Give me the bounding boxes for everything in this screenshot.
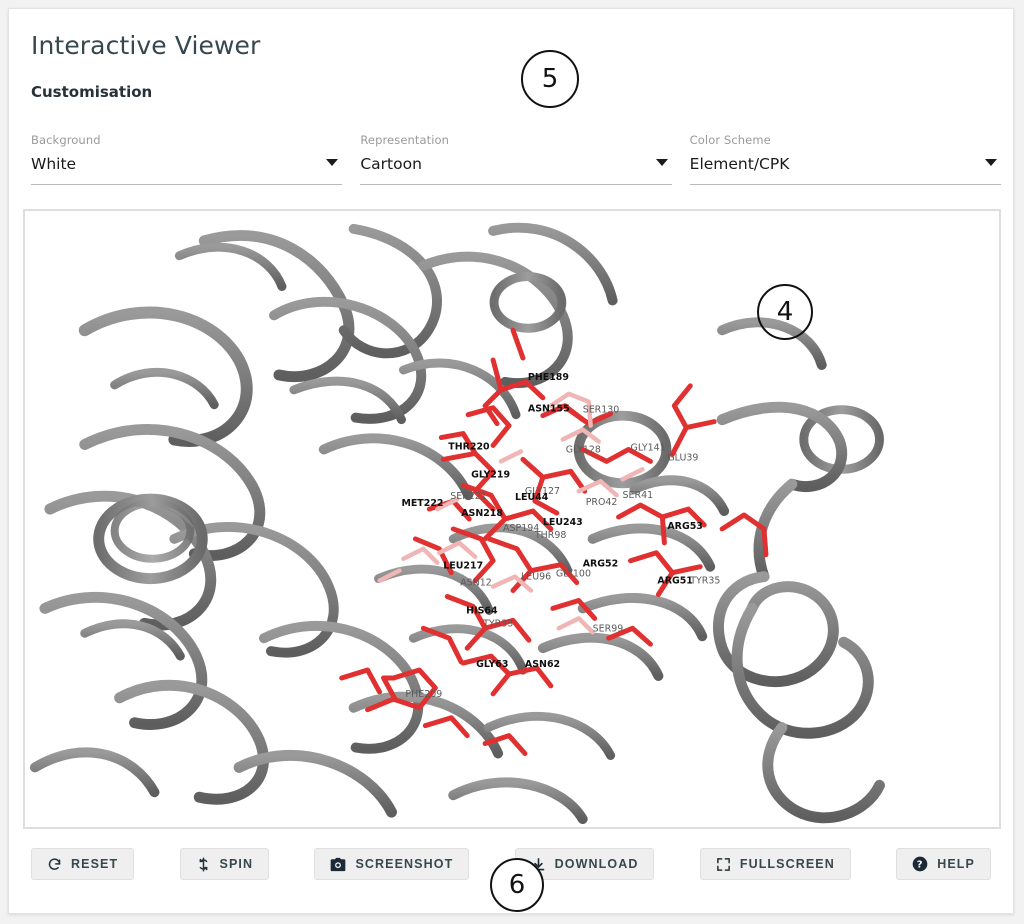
svg-text:GLY219: GLY219	[471, 469, 510, 480]
select-background-value: White	[31, 155, 77, 173]
help-circle-icon: ?	[912, 856, 928, 872]
select-color-scheme-value: Element/CPK	[689, 155, 790, 173]
svg-text:ASP194: ASP194	[503, 523, 539, 534]
help-button[interactable]: ? HELP	[896, 848, 991, 880]
reset-button[interactable]: RESET	[31, 848, 135, 880]
select-background[interactable]: Background White	[31, 129, 343, 191]
select-representation-value: Cartoon	[360, 155, 422, 173]
svg-text:ASN155: ASN155	[528, 404, 570, 415]
select-color-scheme-label: Color Scheme	[689, 133, 771, 147]
select-representation[interactable]: Representation Cartoon	[360, 129, 672, 191]
svg-text:GLU39: GLU39	[667, 452, 698, 463]
select-color-scheme[interactable]: Color Scheme Element/CPK	[689, 129, 1001, 191]
svg-text:ASN12: ASN12	[460, 578, 492, 589]
svg-text:PHE189: PHE189	[528, 372, 569, 383]
refresh-icon	[47, 857, 62, 872]
viewer-card: Interactive Viewer Customisation Backgro…	[8, 8, 1014, 914]
svg-text:SER41: SER41	[623, 490, 654, 501]
select-color-scheme-underline	[689, 184, 1001, 185]
svg-text:PRO42: PRO42	[586, 497, 618, 508]
svg-text:THR98: THR98	[534, 530, 566, 541]
help-button-label: HELP	[937, 857, 975, 871]
annotation-circle-5: 5	[521, 50, 579, 108]
reset-button-label: RESET	[71, 857, 119, 871]
select-background-label: Background	[31, 133, 101, 147]
camera-icon	[330, 857, 346, 872]
svg-text:HIS64: HIS64	[466, 605, 498, 616]
section-title-customisation: Customisation	[31, 83, 153, 101]
svg-text:LEU96: LEU96	[521, 572, 551, 583]
customisation-controls: Background White Representation Cartoon …	[31, 129, 1001, 191]
svg-text:ASN218: ASN218	[461, 508, 503, 519]
annotation-circle-4: 4	[757, 284, 813, 340]
svg-text:GLY63: GLY63	[476, 659, 508, 670]
screenshot-button[interactable]: SCREENSHOT	[314, 848, 470, 880]
molecule-render: PHE189 ASN155 SER130 THR220 GLY128 GLY14…	[25, 211, 999, 827]
svg-text:GLY141: GLY141	[631, 442, 666, 453]
annotation-circle-6: 6	[490, 858, 544, 912]
fullscreen-button-label: FULLSCREEN	[739, 857, 835, 871]
page-title: Interactive Viewer	[31, 31, 261, 60]
svg-text:TYR33: TYR33	[482, 618, 513, 629]
svg-text:LEU44: LEU44	[515, 492, 549, 503]
download-button-label: DOWNLOAD	[554, 857, 639, 871]
fullscreen-icon	[716, 857, 731, 872]
svg-text:LEU217: LEU217	[443, 561, 483, 572]
svg-text:ARG51: ARG51	[657, 576, 692, 587]
chevron-down-icon[interactable]	[984, 159, 997, 166]
svg-text:LEU243: LEU243	[543, 517, 583, 528]
molecule-viewport[interactable]: PHE189 ASN155 SER130 THR220 GLY128 GLY14…	[23, 209, 1001, 829]
svg-text:ARG52: ARG52	[583, 559, 618, 570]
svg-text:SER221: SER221	[450, 491, 487, 502]
svg-text:ASN62: ASN62	[525, 659, 560, 670]
svg-text:GLY128: GLY128	[566, 444, 601, 455]
app-root: Interactive Viewer Customisation Backgro…	[0, 0, 1024, 924]
svg-text:ARG53: ARG53	[667, 521, 702, 532]
chevron-down-icon[interactable]	[326, 159, 339, 166]
spin-button-label: SPIN	[219, 857, 254, 871]
spin-button[interactable]: SPIN	[179, 848, 270, 880]
svg-text:MET222: MET222	[401, 498, 443, 509]
fullscreen-button[interactable]: FULLSCREEN	[699, 848, 851, 880]
svg-text:SER99: SER99	[593, 623, 624, 634]
svg-text:TYR35: TYR35	[689, 576, 720, 587]
svg-text:THR220: THR220	[448, 441, 490, 452]
screenshot-button-label: SCREENSHOT	[355, 857, 454, 871]
chevron-down-icon[interactable]	[655, 159, 668, 166]
svg-text:PHE209: PHE209	[405, 689, 442, 700]
select-representation-underline	[360, 184, 672, 185]
select-background-underline	[31, 184, 343, 185]
svg-text:?: ?	[917, 860, 924, 871]
spin-icon	[196, 857, 211, 872]
select-representation-label: Representation	[360, 133, 450, 147]
svg-text:GLY100: GLY100	[556, 569, 591, 580]
svg-text:SER130: SER130	[583, 405, 620, 416]
